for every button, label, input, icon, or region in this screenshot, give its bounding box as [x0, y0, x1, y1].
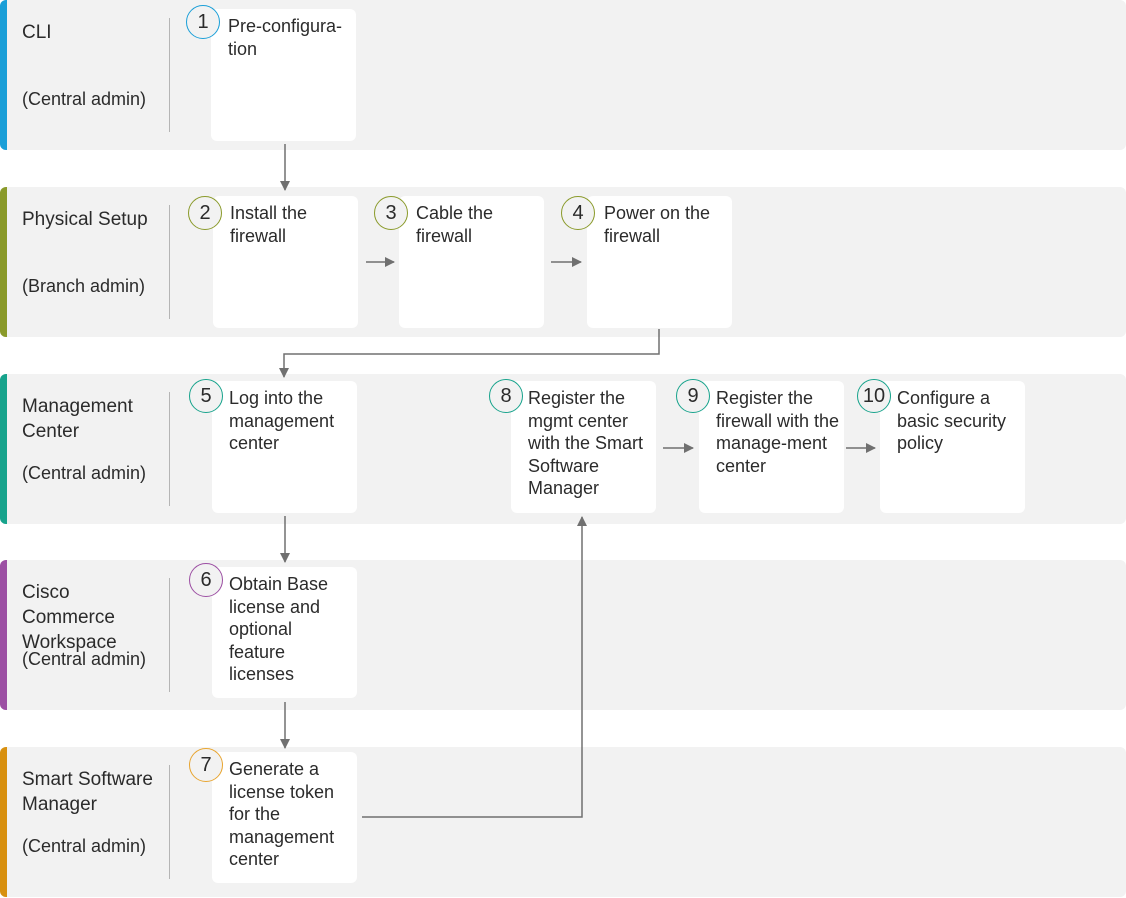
step-number-badge: 5: [189, 379, 223, 413]
lane-color-bar: [0, 374, 7, 524]
step-10-box: Configure a basic security policy: [880, 381, 1025, 513]
lane-title: Physical Setup: [22, 209, 148, 230]
step-text: Log into the management center: [229, 388, 335, 453]
step-5-box: Log into the management center: [212, 381, 357, 513]
step-text: Generate a license token for the managem…: [229, 759, 335, 869]
lane-role: (Central admin): [22, 649, 147, 669]
lane-divider: [169, 765, 170, 879]
lane-title: Cisco Commerce Workspace: [22, 582, 117, 653]
step-number-badge: 1: [186, 5, 220, 39]
step-text: Obtain Base license and optional feature…: [229, 574, 329, 684]
step-3-box: Cable the firewall: [399, 196, 544, 328]
lane-divider: [169, 392, 170, 506]
step-8-box: Register the mgmt center with the Smart …: [511, 381, 656, 513]
step-number-badge: 2: [188, 196, 222, 230]
lane-role: (Branch admin): [22, 276, 146, 296]
step-number-badge: 8: [489, 379, 523, 413]
step-number-badge: 4: [561, 196, 595, 230]
lane-title: Smart Software Manager: [22, 769, 153, 815]
lane-title: Management Center: [22, 396, 133, 442]
lane-cisco-commerce-workspace: Cisco Commerce Workspace (Central admin): [0, 560, 1126, 710]
step-number-badge: 10: [857, 379, 891, 413]
lane-divider: [169, 578, 170, 692]
lane-smart-software-manager: Smart Software Manager (Central admin): [0, 747, 1126, 897]
step-7-box: Generate a license token for the managem…: [212, 752, 357, 883]
lane-color-bar: [0, 187, 7, 337]
step-text: Cable the firewall: [416, 203, 494, 246]
lane-title: CLI: [22, 22, 52, 43]
step-6-box: Obtain Base license and optional feature…: [212, 567, 357, 698]
step-number-badge: 3: [374, 196, 408, 230]
step-text: Power on the firewall: [604, 203, 711, 246]
step-text: Pre-configura-tion: [228, 16, 343, 59]
lane-color-bar: [0, 0, 7, 150]
lane-cli: CLI (Central admin): [0, 0, 1126, 150]
step-number-badge: 6: [189, 563, 223, 597]
step-2-box: Install the firewall: [213, 196, 358, 328]
step-text: Register the firewall with the manage-me…: [716, 388, 840, 476]
step-9-box: Register the firewall with the manage-me…: [699, 381, 844, 513]
step-4-box: Power on the firewall: [587, 196, 732, 328]
step-text: Configure a basic security policy: [897, 388, 1007, 453]
lane-role: (Central admin): [22, 836, 147, 856]
lane-color-bar: [0, 560, 7, 710]
step-number-badge: 9: [676, 379, 710, 413]
lane-divider: [169, 205, 170, 319]
lane-role: (Central admin): [22, 89, 147, 109]
step-number-badge: 7: [189, 748, 223, 782]
lane-role: (Central admin): [22, 463, 147, 483]
step-text: Install the firewall: [230, 203, 308, 246]
lane-color-bar: [0, 747, 7, 897]
step-text: Register the mgmt center with the Smart …: [528, 388, 644, 498]
lane-divider: [169, 18, 170, 132]
step-1-box: Pre-configura-tion: [211, 9, 356, 141]
